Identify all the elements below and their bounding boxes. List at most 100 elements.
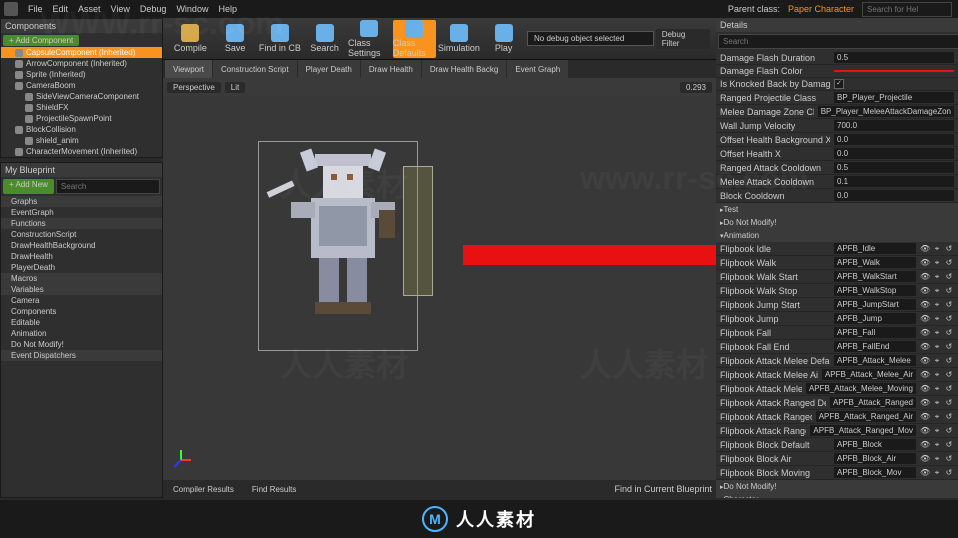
prop-action-icon[interactable]: ⌖ <box>932 384 942 394</box>
class-settings-button[interactable]: Class Settings <box>348 20 391 58</box>
category-header[interactable]: Do Not Modify! <box>716 480 958 493</box>
menu-debug[interactable]: Debug <box>140 4 167 14</box>
prop-action-icon[interactable]: 👁 <box>920 328 930 338</box>
menu-edit[interactable]: Edit <box>53 4 69 14</box>
var-editable[interactable]: Editable <box>1 317 162 328</box>
item-playerdeath[interactable]: PlayerDeath <box>1 262 162 273</box>
prop-action-icon[interactable]: ⌖ <box>932 342 942 352</box>
tree-item-arrow[interactable]: ArrowComponent (Inherited) <box>1 58 162 69</box>
var-camera[interactable]: Camera <box>1 295 162 306</box>
prop-value-input[interactable] <box>834 70 954 72</box>
prop-action-icon[interactable]: ↺ <box>944 244 954 254</box>
prop-action-icon[interactable]: 👁 <box>920 286 930 296</box>
compile-button[interactable]: Compile <box>169 20 212 58</box>
prop-action-icon[interactable]: ↺ <box>944 314 954 324</box>
prop-action-icon[interactable]: ⌖ <box>932 440 942 450</box>
prop-action-icon[interactable]: ↺ <box>944 370 954 380</box>
zoom-value[interactable]: 0.293 <box>680 82 712 93</box>
tree-item-cameraboom[interactable]: CameraBoom <box>1 80 162 91</box>
tree-item-charmovement[interactable]: CharacterMovement (Inherited) <box>1 146 162 157</box>
tab-drawhealthbg[interactable]: Draw Health Backg <box>422 60 506 78</box>
tab-drawhealth[interactable]: Draw Health <box>361 60 421 78</box>
save-button[interactable]: Save <box>214 20 257 58</box>
prop-value-input[interactable]: APFB_Attack_Ranged_Mov <box>810 425 916 436</box>
prop-value-input[interactable]: APFB_Block_Mov <box>834 467 916 478</box>
prop-value-input[interactable]: 0.0 <box>834 190 954 201</box>
tree-item-shieldfx[interactable]: ShieldFX <box>1 102 162 113</box>
tree-item-projectilespawn[interactable]: ProjectileSpawnPoint <box>1 113 162 124</box>
prop-action-icon[interactable]: ↺ <box>944 272 954 282</box>
prop-action-icon[interactable]: ⌖ <box>932 286 942 296</box>
prop-action-icon[interactable]: ⌖ <box>932 370 942 380</box>
tab-eventgraph[interactable]: Event Graph <box>507 60 568 78</box>
tab-compiler-results[interactable]: Compiler Results <box>167 484 240 495</box>
prop-value-input[interactable]: APFB_Jump <box>834 313 916 324</box>
prop-action-icon[interactable]: ⌖ <box>932 468 942 478</box>
search-button[interactable]: Search <box>303 20 346 58</box>
category-header[interactable]: Character <box>716 493 958 498</box>
prop-value-input[interactable]: 0.0 <box>834 148 954 159</box>
prop-action-icon[interactable]: 👁 <box>920 300 930 310</box>
prop-value-input[interactable]: APFB_Idle <box>834 243 916 254</box>
prop-value-input[interactable]: APFB_Attack_Ranged <box>830 397 916 408</box>
menu-asset[interactable]: Asset <box>78 4 101 14</box>
prop-action-icon[interactable]: ⌖ <box>932 300 942 310</box>
item-drawhealthbg[interactable]: DrawHealthBackground <box>1 240 162 251</box>
perspective-button[interactable]: Perspective <box>167 82 221 93</box>
prop-value-input[interactable]: APFB_Block <box>834 439 916 450</box>
prop-action-icon[interactable]: ⌖ <box>932 412 942 422</box>
var-donotmodify[interactable]: Do Not Modify! <box>1 339 162 350</box>
prop-action-icon[interactable]: ↺ <box>944 328 954 338</box>
category-header[interactable]: Animation <box>716 229 958 242</box>
prop-action-icon[interactable]: 👁 <box>920 258 930 268</box>
prop-action-icon[interactable]: 👁 <box>920 412 930 422</box>
add-new-button[interactable]: + Add New <box>3 179 54 194</box>
prop-value-input[interactable]: APFB_Attack_Melee_Air <box>822 369 916 380</box>
prop-action-icon[interactable]: 👁 <box>920 272 930 282</box>
menu-window[interactable]: Window <box>176 4 208 14</box>
prop-value-input[interactable]: APFB_WalkStart <box>834 271 916 282</box>
tab-find-results[interactable]: Find Results <box>246 484 302 495</box>
prop-action-icon[interactable]: ↺ <box>944 356 954 366</box>
prop-value-input[interactable]: APFB_Attack_Ranged_Air <box>816 411 916 422</box>
prop-action-icon[interactable]: 👁 <box>920 398 930 408</box>
item-constructionscript[interactable]: ConstructionScript <box>1 229 162 240</box>
var-animation[interactable]: Animation <box>1 328 162 339</box>
debug-filter-button[interactable]: Debug Filter <box>656 29 710 49</box>
prop-action-icon[interactable]: ⌖ <box>932 356 942 366</box>
menu-help[interactable]: Help <box>218 4 237 14</box>
prop-action-icon[interactable]: ⌖ <box>932 426 942 436</box>
prop-action-icon[interactable]: ↺ <box>944 384 954 394</box>
prop-action-icon[interactable]: ↺ <box>944 468 954 478</box>
prop-value-input[interactable]: 0.5 <box>834 162 954 173</box>
menu-file[interactable]: File <box>28 4 43 14</box>
find-in-cb-button[interactable]: Find in CB <box>259 20 302 58</box>
prop-action-icon[interactable]: ↺ <box>944 412 954 422</box>
prop-action-icon[interactable]: ⌖ <box>932 244 942 254</box>
prop-value-input[interactable]: 0.5 <box>834 52 954 63</box>
prop-action-icon[interactable]: 👁 <box>920 314 930 324</box>
prop-action-icon[interactable]: ↺ <box>944 426 954 436</box>
category-header[interactable]: Test <box>716 203 958 216</box>
tab-playerdeath[interactable]: Player Death <box>298 60 360 78</box>
prop-value-input[interactable]: 0.0 <box>834 134 954 145</box>
prop-action-icon[interactable]: 👁 <box>920 244 930 254</box>
item-drawhealth[interactable]: DrawHealth <box>1 251 162 262</box>
prop-value-input[interactable]: APFB_JumpStart <box>834 299 916 310</box>
viewport[interactable] <box>163 96 716 480</box>
prop-action-icon[interactable]: ↺ <box>944 454 954 464</box>
parent-class-link[interactable]: Paper Character <box>788 4 854 14</box>
prop-action-icon[interactable]: 👁 <box>920 342 930 352</box>
tree-item-sideviewcamera[interactable]: SideViewCameraComponent <box>1 91 162 102</box>
myblueprint-search-input[interactable] <box>56 179 160 194</box>
tab-construction[interactable]: Construction Script <box>213 60 297 78</box>
var-components[interactable]: Components <box>1 306 162 317</box>
prop-action-icon[interactable]: ⌖ <box>932 328 942 338</box>
tree-item-sprite[interactable]: Sprite (Inherited) <box>1 69 162 80</box>
menu-view[interactable]: View <box>111 4 130 14</box>
lit-button[interactable]: Lit <box>225 82 245 93</box>
prop-action-icon[interactable]: ↺ <box>944 342 954 352</box>
prop-action-icon[interactable]: 👁 <box>920 454 930 464</box>
item-eventgraph[interactable]: EventGraph <box>1 207 162 218</box>
prop-action-icon[interactable]: 👁 <box>920 468 930 478</box>
